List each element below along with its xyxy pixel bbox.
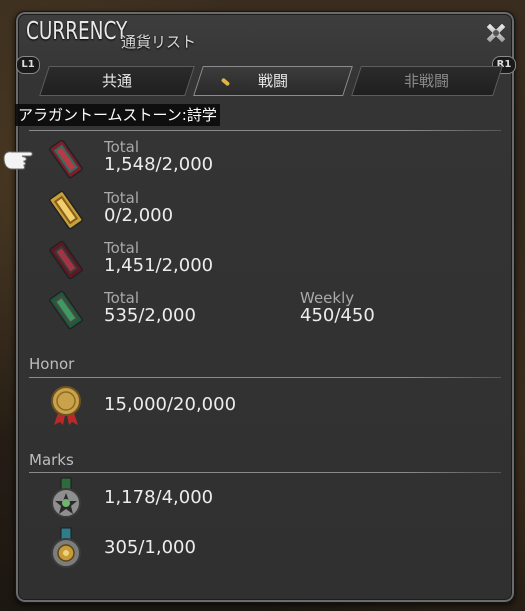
- total-label: Total: [104, 138, 140, 156]
- marks-divider: [29, 472, 501, 473]
- tab-common[interactable]: 共通: [39, 66, 195, 96]
- hand-cursor-icon: [3, 151, 33, 170]
- tab-non-battle-label: 非戦闘: [404, 72, 450, 90]
- total-label: Total: [104, 189, 140, 207]
- close-button[interactable]: [481, 18, 511, 48]
- tab-bar: 共通 戦闘 非戦闘: [30, 66, 503, 96]
- currency-row-tomestone-4[interactable]: Total 535/2,000 Weekly 450/450: [44, 288, 504, 338]
- mark-value: 305/1,000: [104, 537, 196, 558]
- weekly-value: 450/450: [300, 305, 375, 326]
- total-value: 1,451/2,000: [104, 255, 214, 276]
- currency-row-tomestone-2[interactable]: Total 0/2,000: [44, 188, 504, 238]
- currency-row-mark-2[interactable]: 305/1,000: [44, 527, 504, 573]
- total-value: 1,548/2,000: [104, 154, 214, 175]
- mark-value: 1,178/4,000: [104, 487, 214, 508]
- honor-value: 15,000/20,000: [104, 394, 237, 415]
- tomestone-gold-icon: [49, 190, 83, 230]
- currency-row-tomestone-3[interactable]: Total 1,451/2,000: [44, 238, 504, 288]
- honor-medal-icon: [51, 386, 81, 425]
- total-label: Total: [104, 289, 140, 307]
- tab-battle[interactable]: 戦闘: [193, 66, 353, 96]
- tomestones-divider: [29, 130, 501, 131]
- tab-common-label: 共通: [101, 72, 132, 90]
- window-subtitle: 通貨リスト: [121, 33, 197, 51]
- marks-section-label: Marks: [29, 451, 74, 469]
- tomestone-red-icon: [49, 139, 83, 179]
- honor-section-label: Honor: [29, 355, 75, 373]
- total-value: 535/2,000: [104, 305, 196, 326]
- total-value: 0/2,000: [104, 205, 174, 226]
- weekly-label: Weekly: [300, 289, 355, 307]
- mark-medal-gold-icon: [51, 527, 81, 568]
- close-icon: [485, 22, 507, 44]
- currency-row-honor[interactable]: 15,000/20,000: [44, 383, 504, 427]
- tab-battle-label: 戦闘: [257, 72, 288, 90]
- honor-divider: [29, 377, 501, 378]
- tomestone-crimson-icon: [49, 240, 83, 280]
- total-label: Total: [104, 239, 140, 257]
- currency-row-mark-1[interactable]: 1,178/4,000: [44, 477, 504, 523]
- mark-medal-green-icon: [51, 477, 81, 518]
- currency-row-tomestone-1[interactable]: Total 1,548/2,000: [44, 137, 504, 187]
- window-title: CURRENCY: [26, 16, 128, 45]
- tab-non-battle[interactable]: 非戦闘: [351, 66, 503, 96]
- tooltip: アラガントームストーン:詩学: [15, 104, 220, 126]
- tomestone-green-icon: [49, 290, 83, 330]
